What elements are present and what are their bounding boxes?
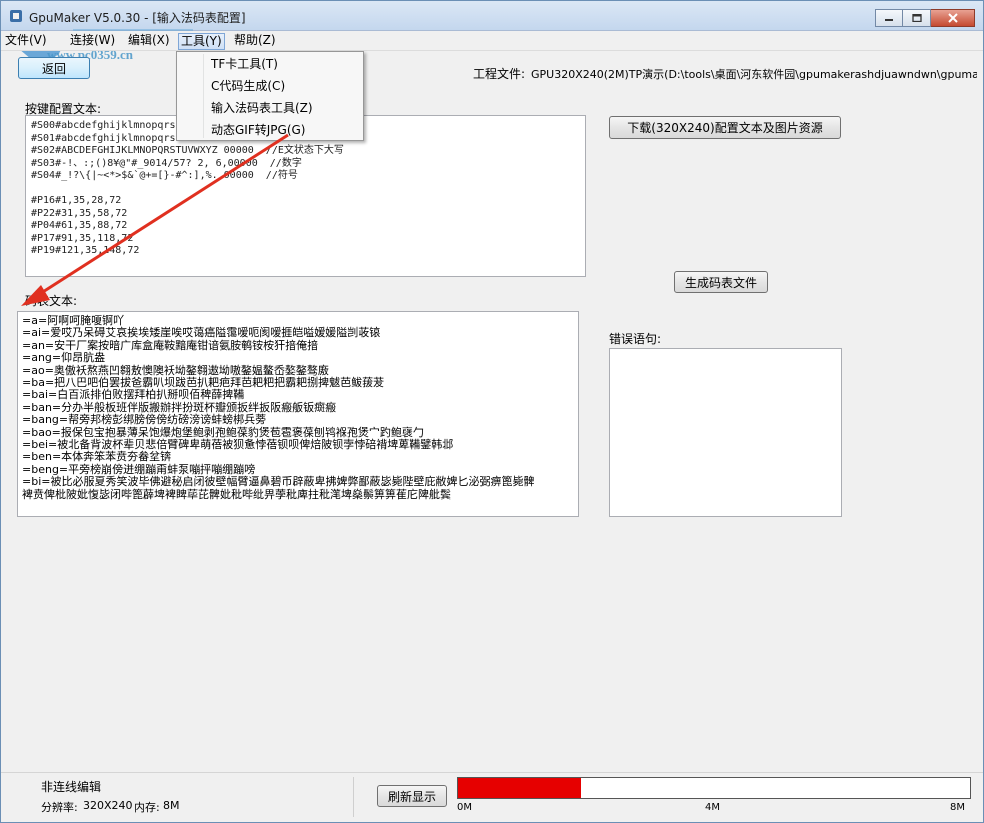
codetable-line: =ang=仰昂肮盎 [22, 351, 106, 365]
project-file-label: 工程文件: [473, 67, 526, 81]
menu-help[interactable]: 帮助(Z) [232, 33, 278, 50]
config-line: #P16#1,35,28,72 [31, 195, 122, 206]
codetable-textarea[interactable]: =a=阿啊呵腌嗄锕吖 =ai=爱哎乃呆碍艾哀挨埃矮崖唉哎蔼癌隘霭嗳呃阂嗳捱皑嗌嫒媛… [17, 311, 579, 517]
window-controls [875, 9, 975, 27]
memory-progress-bar [457, 777, 971, 799]
close-icon [947, 13, 958, 23]
refresh-display-label: 刷新显示 [387, 789, 436, 804]
memory-progress-fill [458, 778, 581, 798]
scale-label-end: 8M [950, 802, 965, 813]
maximize-icon [911, 14, 922, 22]
codetable-lines: =a=阿啊呵腌嗄锕吖 =ai=爱哎乃呆碍艾哀挨埃矮崖唉哎蔼癌隘霭嗳呃阂嗳捱皑嗌嫒媛… [22, 314, 535, 501]
menu-tools[interactable]: 工具(Y) [178, 33, 225, 50]
menu-item-ime-codetable-tool[interactable]: 输入法码表工具(Z) [211, 98, 313, 118]
codetable-line: =ai=爱哎乃呆碍艾哀挨埃矮崖唉哎蔼癌隘霭嗳呃阂嗳捱皑嗌嫒媛隘剀荍锿 [22, 326, 381, 340]
config-line [31, 183, 344, 196]
minimize-icon [885, 19, 893, 21]
error-textarea[interactable] [609, 348, 842, 517]
menu-item-tf-card-tool[interactable]: TF卡工具(T) [211, 54, 278, 74]
app-window: GpuMaker V5.0.30 - [输入法码表配置] www.pc0359.… [0, 0, 984, 823]
config-line: #S04#_!?\{|~<*>$&`@+=[}-#^:],%. 00000 //… [31, 170, 298, 181]
codetable-line: =ben=本体奔笨苯贲夯畚坌锛 [22, 450, 172, 464]
codetable-line: 裨贲俾枇陂妣愎毖闭哔篦薜埤裨睥荜芘髀妣秕哔纰畀荸秕庳拄秕滗埤燊鬃箅箅萑庀陴舭鬓 [22, 487, 451, 501]
codetable-line: =bi=被比必服夏秀笑波毕佛避秘启闭彼壁幅臂逼鼻碧币辟蔽卑拂婢弊鄙蔽毖毙陛壁庇敝… [22, 475, 535, 489]
tools-dropdown-menu: TF卡工具(T) C代码生成(C) 输入法码表工具(Z) 动态GIF转JPG(G… [176, 51, 364, 141]
project-file-path: GPU320X240(2M)TP演示(D:\tools\桌面\河东软件园\gpu… [531, 68, 977, 81]
generate-codetable-button[interactable]: 生成码表文件 [674, 271, 768, 293]
scale-label-start: 0M [457, 802, 472, 813]
maximize-button[interactable] [903, 9, 931, 27]
edit-mode-status: 非连线编辑 [41, 780, 102, 794]
config-line: #P19#121,35,148,72 [31, 245, 140, 256]
resolution-value: 320X240 [83, 799, 133, 812]
scale-label-mid: 4M [705, 802, 720, 813]
codetable-line: =bai=白百派排伯败摆拜柏扒掰呗佰稗薛捭鞴 [22, 388, 245, 402]
error-label: 错误语句: [609, 332, 662, 346]
menu-connect[interactable]: 连接(W) [68, 33, 117, 50]
codetable-label: 码表文本: [25, 294, 78, 308]
menu-bar: 文件(V) 连接(W) 编辑(X) 工具(Y) 帮助(Z) [1, 31, 983, 51]
menu-item-gif-to-jpg[interactable]: 动态GIF转JPG(G) [211, 120, 305, 140]
back-button-label: 返回 [41, 61, 66, 76]
back-button[interactable]: 返回 [18, 57, 90, 79]
download-config-button[interactable]: 下载(320X240)配置文本及图片资源 [609, 116, 841, 139]
config-line: #S02#ABCDEFGHIJKLMNOPQRSTUVWXYZ 00000 //… [31, 145, 344, 156]
config-line: #S03#-!、:;()8¥@"#_9014/57? 2, 6,00000 //… [31, 157, 302, 169]
config-line: #P22#31,35,58,72 [31, 207, 128, 219]
generate-codetable-label: 生成码表文件 [684, 275, 757, 290]
refresh-display-button[interactable]: 刷新显示 [377, 785, 447, 807]
memory-label: 内存: [134, 801, 160, 814]
resolution-label: 分辨率: [41, 801, 78, 814]
close-button[interactable] [931, 9, 975, 27]
config-line: #P04#61,35,88,72 [31, 220, 128, 231]
memory-value: 8M [163, 799, 180, 812]
download-config-label: 下载(320X240)配置文本及图片资源 [627, 121, 823, 135]
menu-item-c-code-gen[interactable]: C代码生成(C) [211, 76, 285, 96]
menu-edit[interactable]: 编辑(X) [126, 33, 172, 50]
menu-icon-gutter [203, 54, 204, 138]
config-line: #P17#91,35,118,72 [31, 232, 134, 244]
codetable-line: =bang=帮旁邦榜彭绑膀傍傍纺磅滂谤蚌螃梆兵蒡 [22, 413, 267, 427]
menu-file[interactable]: 文件(V) [3, 33, 49, 50]
minimize-button[interactable] [875, 9, 903, 27]
